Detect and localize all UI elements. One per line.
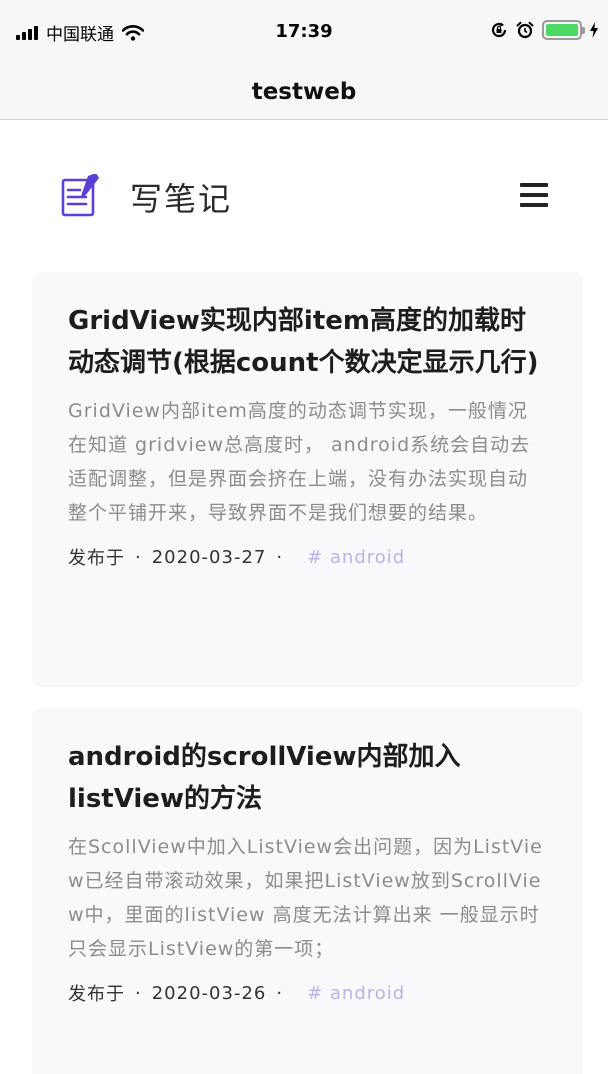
post-title[interactable]: android的scrollView内部加入listView的方法: [68, 736, 547, 820]
post-date: 2020-03-27: [151, 546, 267, 568]
post-date: 2020-03-26: [151, 982, 267, 1004]
status-bar: 中国联通 17:39: [0, 0, 608, 64]
site-title[interactable]: 写笔记: [130, 174, 232, 220]
post-meta-label: 发布于: [68, 984, 125, 1005]
rotation-lock-icon: [491, 22, 507, 38]
battery-icon: [542, 20, 585, 40]
notebook-pen-icon[interactable]: [60, 174, 100, 218]
charging-bolt-icon: [590, 22, 598, 38]
post-meta: 发布于 · 2020-03-27 · # android: [68, 544, 547, 570]
post-excerpt: GridView内部item高度的动态调节实现，一般情况在知道 gridview…: [68, 400, 531, 524]
post-tag[interactable]: # android: [307, 547, 405, 568]
post-excerpt: 在ScollView中加入ListView会出问题，因为ListView已经自带…: [68, 836, 543, 960]
status-bar-right: [490, 20, 598, 40]
separator-dot: ·: [276, 546, 284, 568]
post-tag[interactable]: # android: [307, 983, 405, 1004]
post-card[interactable]: GridView实现内部item高度的加载时动态调节(根据count个数决定显示…: [32, 272, 583, 687]
nav-title: testweb: [251, 78, 357, 105]
separator-dot: ·: [135, 546, 142, 568]
post-meta-label: 发布于: [68, 548, 125, 569]
post-card[interactable]: android的scrollView内部加入listView的方法 在Scoll…: [32, 708, 583, 1074]
post-meta: 发布于 · 2020-03-26 · # android: [68, 980, 547, 1006]
separator-dot: ·: [276, 982, 284, 1004]
hamburger-menu-icon[interactable]: [520, 183, 548, 207]
browser-nav-bar: testweb: [0, 64, 608, 120]
site-header: 写笔记: [0, 120, 608, 270]
separator-dot: ·: [135, 982, 142, 1004]
post-title[interactable]: GridView实现内部item高度的加载时动态调节(根据count个数决定显示…: [68, 300, 547, 384]
alarm-clock-icon: [516, 21, 534, 39]
